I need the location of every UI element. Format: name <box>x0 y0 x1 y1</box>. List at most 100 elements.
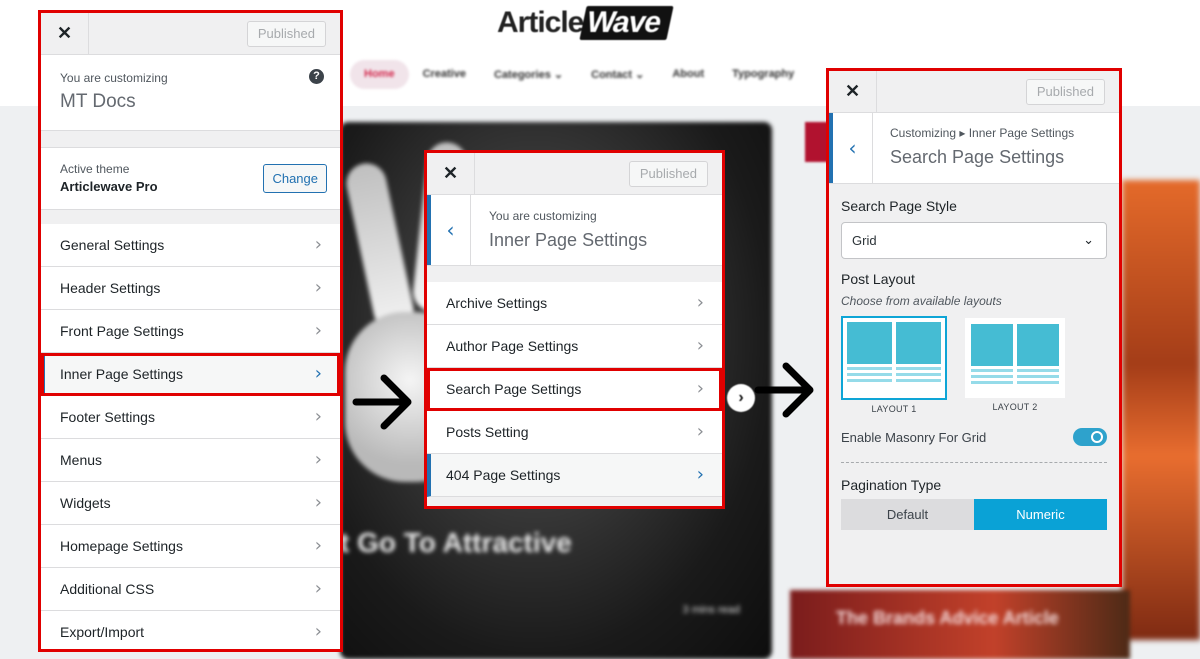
chevron-right-icon: › <box>314 578 322 599</box>
section-header: ‹ You are customizing Inner Page Setting… <box>427 195 722 266</box>
menu-item-label: Menus <box>60 452 103 468</box>
search-page-style-label: Search Page Style <box>841 198 957 214</box>
chevron-right-icon: › <box>314 234 322 255</box>
menu-item-label: Search Page Settings <box>446 381 582 397</box>
menu-item-inner-page-settings[interactable]: Inner Page Settings › <box>41 353 340 396</box>
arrow-right-icon <box>352 374 412 430</box>
close-icon[interactable]: ✕ <box>427 153 475 194</box>
menu-item-front-page-settings[interactable]: Front Page Settings › <box>41 310 340 353</box>
layout-2-thumbnail <box>965 318 1065 398</box>
close-icon[interactable]: ✕ <box>829 71 877 112</box>
logo-text-right: Wave <box>579 6 675 40</box>
menu-item-label: Archive Settings <box>446 295 548 311</box>
menu-item-label: Additional CSS <box>60 581 155 597</box>
section-title-block: Customizing ▸ Inner Page Settings Search… <box>890 126 1074 168</box>
chevron-right-icon: › <box>314 492 322 513</box>
slider-next-button[interactable]: › <box>727 384 755 412</box>
chevron-right-icon: › <box>314 363 322 384</box>
chevron-right-icon: › <box>696 292 704 313</box>
chevron-right-icon: › <box>314 277 322 298</box>
close-icon[interactable]: ✕ <box>41 13 89 54</box>
pagination-type-selector: Default Numeric <box>841 499 1107 530</box>
published-button[interactable]: Published <box>246 21 326 47</box>
site-logo: ArticleWave <box>497 6 675 40</box>
hero-image-ear <box>342 159 418 335</box>
hero-title: t Go To Attractive <box>340 527 572 558</box>
layout-option-1[interactable]: LAYOUT 1 <box>841 316 947 414</box>
customizer-header: ✕ Published <box>427 153 722 195</box>
pagination-type-label: Pagination Type <box>841 477 942 493</box>
menu-item-general-settings[interactable]: General Settings › <box>41 224 340 267</box>
section-header: ‹ Customizing ▸ Inner Page Settings Sear… <box>829 113 1119 184</box>
layout-1-thumbnail <box>841 316 947 400</box>
active-theme-section: Active theme Articlewave Pro Change <box>41 147 340 210</box>
menu-item-label: Footer Settings <box>60 409 155 425</box>
customizing-info: You are customizing MT Docs ? <box>41 55 340 131</box>
chevron-right-icon: › <box>314 406 322 427</box>
side-card: The Brands Advice Article <box>790 590 1130 659</box>
menu-item-footer-settings[interactable]: Footer Settings › <box>41 396 340 439</box>
menu-item-label: 404 Page Settings <box>446 467 561 483</box>
search-page-style-select[interactable]: Grid ⌄ <box>841 222 1107 259</box>
logo-text-left: Article <box>497 6 584 39</box>
nav-creative[interactable]: Creative <box>409 60 480 89</box>
help-icon[interactable]: ? <box>309 69 324 84</box>
pagination-default-button[interactable]: Default <box>841 499 974 530</box>
masonry-label: Enable Masonry For Grid <box>841 430 987 445</box>
published-button[interactable]: Published <box>1025 79 1105 105</box>
chevron-right-icon: › <box>314 320 322 341</box>
menu-item-label: Posts Setting <box>446 424 529 440</box>
menu-item-posts-setting[interactable]: Posts Setting › <box>427 411 722 454</box>
menu-item-404-page-settings[interactable]: 404 Page Settings › <box>427 454 722 497</box>
hero-read-time: 3 mins read <box>682 604 740 616</box>
layout-1-label: LAYOUT 1 <box>871 404 917 414</box>
arrow-right-icon <box>754 362 814 418</box>
chevron-right-icon: › <box>696 378 704 399</box>
customizer-panel-inner-page: ✕ Published ‹ You are customizing Inner … <box>424 150 725 509</box>
customizing-label: You are customizing <box>489 209 597 223</box>
menu-item-author-page-settings[interactable]: Author Page Settings › <box>427 325 722 368</box>
chevron-right-icon: › <box>696 421 704 442</box>
side-card-title: The Brands Advice Article <box>836 608 1059 628</box>
chevron-right-icon: › <box>696 464 704 485</box>
side-card-image <box>1122 180 1200 640</box>
menu-item-menus[interactable]: Menus › <box>41 439 340 482</box>
chevron-down-icon: ⌄ <box>1083 233 1094 248</box>
menu-item-label: Front Page Settings <box>60 323 184 339</box>
menu-item-header-settings[interactable]: Header Settings › <box>41 267 340 310</box>
customizer-header: ✕ Published <box>41 13 340 55</box>
layout-option-2[interactable]: LAYOUT 2 <box>965 316 1065 414</box>
section-title-block: You are customizing Inner Page Settings <box>489 209 647 251</box>
masonry-toggle[interactable] <box>1073 428 1107 446</box>
nav-about[interactable]: About <box>658 60 718 89</box>
layout-options: LAYOUT 1 LAYOUT 2 <box>841 316 1107 414</box>
nav-contact[interactable]: Contact ⌄ <box>577 60 658 89</box>
select-value: Grid <box>852 233 877 248</box>
chevron-left-icon[interactable]: ‹ <box>427 195 471 265</box>
menu-item-additional-css[interactable]: Additional CSS › <box>41 568 340 611</box>
chevron-right-icon: › <box>314 449 322 470</box>
menu-item-search-page-settings[interactable]: Search Page Settings › <box>427 368 722 411</box>
nav-home[interactable]: Home <box>350 60 409 89</box>
menu-item-label: Header Settings <box>60 280 161 296</box>
change-theme-button[interactable]: Change <box>263 164 327 193</box>
menu-item-label: Homepage Settings <box>60 538 183 554</box>
nav-categories[interactable]: Categories ⌄ <box>480 60 577 89</box>
menu-item-export-import[interactable]: Export/Import › <box>41 611 340 649</box>
menu-item-archive-settings[interactable]: Archive Settings › <box>427 282 722 325</box>
post-layout-label: Post Layout <box>841 271 915 287</box>
nav-typography[interactable]: Typography <box>718 60 808 89</box>
customizer-panel-main: ✕ Published You are customizing MT Docs … <box>38 10 343 652</box>
menu-item-homepage-settings[interactable]: Homepage Settings › <box>41 525 340 568</box>
pagination-numeric-button[interactable]: Numeric <box>974 499 1107 530</box>
chevron-right-icon: › <box>696 335 704 356</box>
published-button[interactable]: Published <box>628 161 708 187</box>
menu-item-label: Author Page Settings <box>446 338 579 354</box>
menu-item-label: Widgets <box>60 495 111 511</box>
chevron-left-icon[interactable]: ‹ <box>829 113 873 183</box>
layout-2-label: LAYOUT 2 <box>992 402 1038 412</box>
menu-item-widgets[interactable]: Widgets › <box>41 482 340 525</box>
